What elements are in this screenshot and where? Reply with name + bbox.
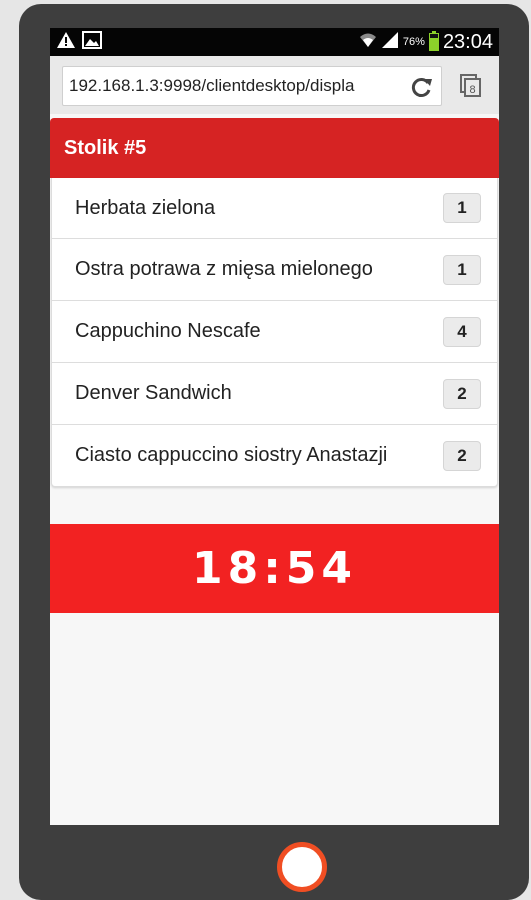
table-title: Stolik #5: [64, 136, 147, 159]
url-bar[interactable]: 192.168.1.3:9998/clientdesktop/displa: [62, 66, 442, 106]
signal-icon: [381, 31, 399, 54]
item-name: Herbata zielona: [75, 196, 216, 219]
status-time: 23:04: [442, 30, 493, 53]
item-name: Ostra potrawa z mięsa mielonego: [75, 258, 373, 280]
quantity-badge: 1: [443, 254, 481, 285]
table-header: Stolik #5: [50, 118, 499, 178]
item-name: Cappuchino Nescafe: [75, 320, 261, 342]
home-button[interactable]: [277, 842, 327, 892]
quantity-badge: 1: [443, 193, 481, 223]
quantity-badge: 2: [443, 440, 481, 471]
reload-icon[interactable]: [411, 76, 433, 98]
phone-screen: 76% 23:04 192.168.1.3:9998/clientdesktop…: [50, 28, 499, 825]
wifi-icon: [359, 31, 377, 54]
status-bar: 76% 23:04: [50, 28, 499, 56]
battery-icon: [428, 31, 439, 51]
quantity-badge: 2: [443, 378, 481, 409]
image-notification-icon: [82, 30, 102, 54]
tab-count: 8: [469, 84, 475, 96]
tabs-icon[interactable]: 8: [460, 74, 482, 98]
battery-percent: 76%: [402, 36, 425, 48]
item-name: Denver Sandwich: [75, 382, 232, 404]
timer-value: 18:54: [191, 543, 358, 594]
list-item[interactable]: Ostra potrawa z mięsa mielonego 1: [52, 238, 497, 300]
order-items-list: Herbata zielona 1 Ostra potrawa z mięsa …: [51, 178, 498, 487]
quantity-badge: 4: [443, 316, 481, 347]
list-item[interactable]: Herbata zielona 1: [52, 178, 497, 238]
item-name: Ciasto cappuccino siostry Anastazji: [75, 444, 388, 466]
phone-frame: 76% 23:04 192.168.1.3:9998/clientdesktop…: [19, 4, 529, 900]
browser-toolbar: 192.168.1.3:9998/clientdesktop/displa 8: [50, 56, 499, 114]
list-item[interactable]: Cappuchino Nescafe 4: [52, 300, 497, 362]
warning-icon: [56, 31, 76, 54]
url-text[interactable]: 192.168.1.3:9998/clientdesktop/displa: [69, 76, 405, 96]
list-item[interactable]: Ciasto cappuccino siostry Anastazji 2: [52, 424, 497, 486]
timer-bar: 18:54: [50, 524, 499, 613]
list-item[interactable]: Denver Sandwich 2: [52, 362, 497, 424]
